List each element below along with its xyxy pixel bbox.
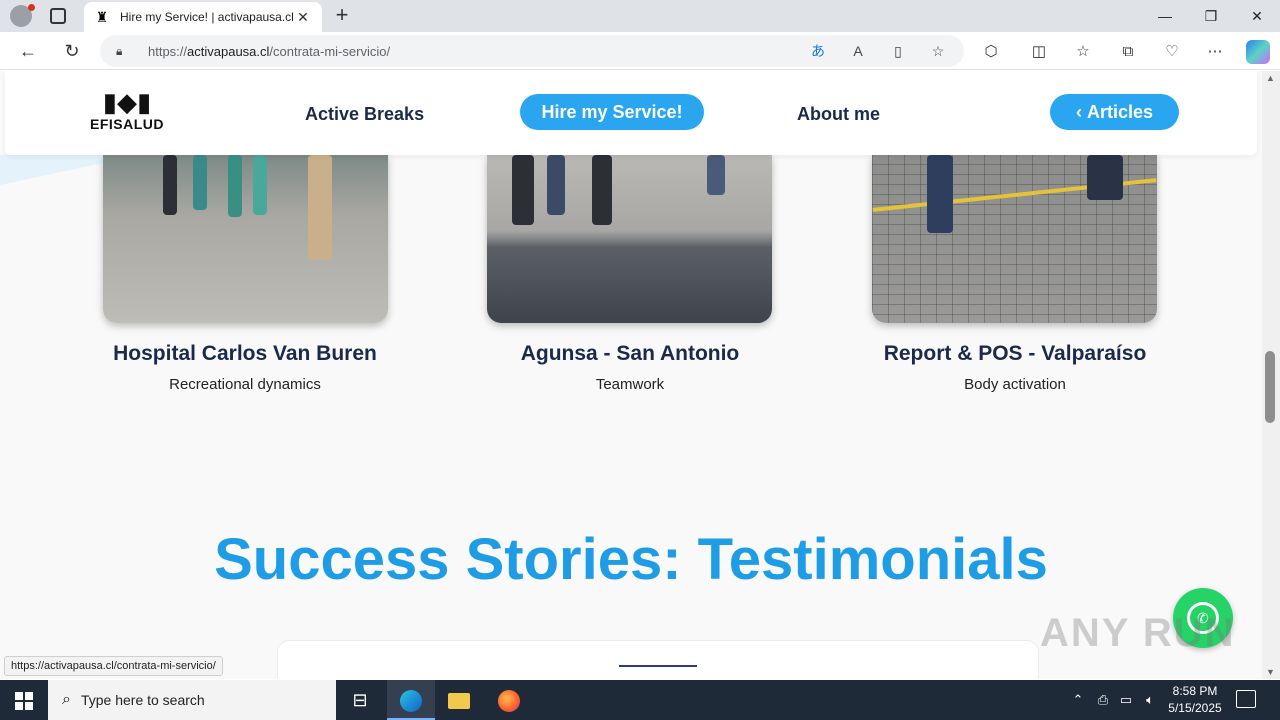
tab-title: Hire my Service! | activapausa.cl <box>120 10 294 24</box>
taskbar: ⌕ Type here to search ⊟ ⌃ ⎙ ▭ 🔈︎ 8:58 PM… <box>0 680 1280 720</box>
file-explorer-icon[interactable] <box>435 680 483 720</box>
testimonial-divider <box>619 665 697 667</box>
site-favicon-icon: ♜ <box>95 9 109 25</box>
photo-figure <box>228 155 242 217</box>
profile-notification-dot <box>28 4 35 11</box>
favorite-star-icon[interactable]: ☆ <box>928 41 948 61</box>
card-image-hospital <box>103 155 388 323</box>
windows-logo-icon <box>15 692 23 700</box>
collections-icon[interactable]: ⧉ <box>1117 41 1139 63</box>
scroll-down-icon[interactable]: ▼ <box>1266 667 1275 677</box>
card-title: Agunsa - San Antonio <box>520 342 740 365</box>
firefox-icon[interactable] <box>485 680 533 720</box>
photo-figure <box>592 155 612 225</box>
windows-logo-pane <box>25 692 33 700</box>
notification-icon[interactable] <box>1236 690 1256 708</box>
page-scrollbar[interactable]: ▲ ▼ <box>1262 71 1280 679</box>
browser-tab[interactable]: ♜ Hire my Service! | activapausa.cl ✕ <box>84 2 322 32</box>
search-placeholder: Type here to search <box>80 692 205 708</box>
minimize-icon[interactable]: — <box>1142 0 1188 32</box>
restore-icon[interactable]: ❐ <box>1188 0 1234 32</box>
refresh-icon[interactable]: ↻ <box>59 39 85 63</box>
nav-articles[interactable]: ‹ Articles <box>1050 94 1179 130</box>
window-close-icon[interactable]: ✕ <box>1234 0 1280 32</box>
copilot-icon[interactable] <box>1246 40 1270 64</box>
clock-time: 8:58 PM <box>1172 684 1218 698</box>
browser-essentials-icon[interactable]: ♡ <box>1161 41 1183 63</box>
card-title: Hospital Carlos Van Buren <box>113 342 377 365</box>
edge-taskbar-icon[interactable] <box>387 680 435 720</box>
tab-actions-icon[interactable] <box>50 8 66 24</box>
card-image-agunsa <box>487 155 772 323</box>
page-viewport: ▮◆▮ EFISALUD Active Breaks Hire my Servi… <box>0 71 1262 679</box>
windows-logo-pane <box>15 702 23 710</box>
photo-figure <box>512 155 534 225</box>
photo-figure <box>1087 155 1123 200</box>
testimonial-card <box>277 640 1039 679</box>
card-subtitle: Teamwork <box>595 376 665 393</box>
taskbar-clock[interactable]: 8:58 PM 5/15/2025 <box>1160 683 1230 717</box>
browser-tab-bar: ♜ Hire my Service! | activapausa.cl ✕ + … <box>0 0 1280 32</box>
anyrun-watermark: ANY RUN <box>1040 611 1236 655</box>
extensions-icon[interactable]: ⬡ <box>980 41 1002 63</box>
immersive-reader-icon[interactable]: ▯ <box>888 41 908 61</box>
card-subtitle: Body activation <box>964 376 1066 393</box>
photo-figure <box>547 155 565 215</box>
task-view-icon[interactable]: ⊟ <box>336 680 384 720</box>
search-icon: ⌕ <box>62 691 71 708</box>
lock-icon[interactable]: 🔒︎ <box>116 44 130 58</box>
new-tab-icon[interactable]: + <box>330 4 354 28</box>
photo-figure <box>927 155 953 233</box>
split-screen-icon[interactable]: ◫ <box>1028 41 1050 63</box>
start-button[interactable] <box>0 680 48 720</box>
read-aloud-icon[interactable]: A <box>848 41 868 61</box>
dumbbell-logo-icon: ▮◆▮ <box>102 87 152 117</box>
chevron-left-icon: ‹ <box>1075 102 1087 122</box>
logo-text: EFISALUD <box>90 116 164 132</box>
scroll-up-icon[interactable]: ▲ <box>1266 73 1275 83</box>
status-bar-url: https://activapausa.cl/contrata-mi-servi… <box>4 656 223 676</box>
tray-device-icon[interactable]: ⎙ <box>1093 680 1113 720</box>
scrollbar-thumb[interactable] <box>1265 351 1275 423</box>
address-bar[interactable]: 🔒︎ https://activapausa.cl/contrata-mi-se… <box>100 35 964 67</box>
nav-active-breaks[interactable]: Active Breaks <box>305 97 424 131</box>
network-icon[interactable]: ▭ <box>1116 680 1136 720</box>
photo-figure <box>253 155 267 215</box>
favorites-icon[interactable]: ☆ <box>1072 41 1094 63</box>
nav-articles-label: Articles <box>1086 102 1154 122</box>
testimonials-heading: Success Stories: Testimonials <box>214 527 1048 592</box>
card-image-report-pos <box>872 155 1157 323</box>
tab-close-icon[interactable]: ✕ <box>294 9 312 26</box>
clock-date: 5/15/2025 <box>1168 701 1222 715</box>
nav-about-me[interactable]: About me <box>797 97 880 131</box>
url-text: https://activapausa.cl/contrata-mi-servi… <box>148 43 391 59</box>
more-menu-icon[interactable]: ⋯ <box>1204 41 1226 63</box>
site-header: ▮◆▮ EFISALUD Active Breaks Hire my Servi… <box>5 71 1257 155</box>
photo-figure <box>707 155 725 195</box>
taskbar-search[interactable]: ⌕ Type here to search <box>48 680 336 720</box>
back-icon[interactable]: ← <box>15 39 41 63</box>
tray-chevron-icon[interactable]: ⌃ <box>1068 680 1088 720</box>
nav-hire-my-service[interactable]: Hire my Service! <box>520 94 704 130</box>
card-subtitle: Recreational dynamics <box>169 376 321 393</box>
volume-icon[interactable]: 🔈︎ <box>1140 680 1160 720</box>
windows-logo-pane <box>25 702 33 710</box>
photo-figure <box>163 155 177 215</box>
card-title: Report & POS - Valparaíso <box>883 342 1147 365</box>
photo-figure <box>193 155 207 210</box>
translate-icon[interactable]: あ <box>808 41 828 61</box>
photo-figure <box>308 155 332 260</box>
site-logo[interactable]: ▮◆▮ EFISALUD <box>87 88 167 132</box>
